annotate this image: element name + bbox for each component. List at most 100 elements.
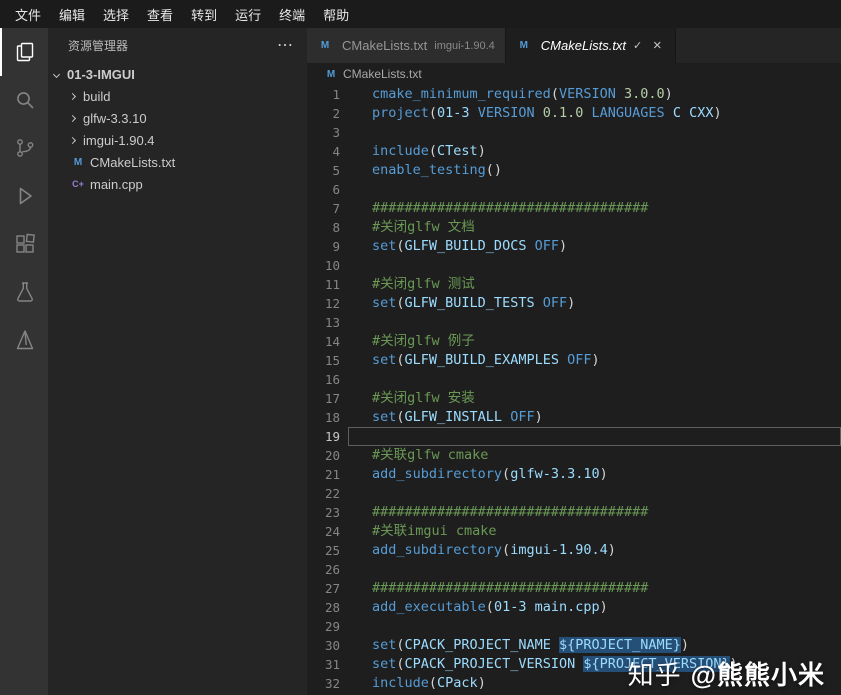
tree-item-cmakelists-txt[interactable]: MCMakeLists.txt [48,151,307,173]
line-number[interactable]: 7 [307,199,348,218]
code-token: ) [681,637,689,653]
code-content[interactable]: project(01-3 VERSION 0.1.0 LANGUAGES C C… [348,104,841,123]
breadcrumb[interactable]: M CMakeLists.txt [307,63,841,85]
code-content[interactable]: cmake_minimum_required(VERSION 3.0.0) [348,85,841,104]
code-content[interactable]: ################################## [348,199,841,218]
code-content[interactable] [348,256,841,275]
code-content[interactable]: set(GLFW_BUILD_EXAMPLES OFF) [348,351,841,370]
line-number[interactable]: 29 [307,617,348,636]
code-content[interactable]: enable_testing() [348,161,841,180]
close-icon[interactable]: × [649,37,665,54]
code-token: ( [396,656,404,672]
line-number[interactable]: 20 [307,446,348,465]
code-token: OFF [543,295,567,311]
line-number[interactable]: 24 [307,522,348,541]
menu-run[interactable]: 运行 [226,1,270,28]
line-number[interactable]: 13 [307,313,348,332]
line-number[interactable]: 1 [307,85,348,104]
line-number[interactable]: 25 [307,541,348,560]
line-number[interactable]: 8 [307,218,348,237]
line-number[interactable]: 31 [307,655,348,674]
code-content[interactable] [348,123,841,142]
code-line: 21add_subdirectory(glfw-3.3.10) [307,465,841,484]
line-number[interactable]: 19 [307,427,348,446]
code-content[interactable]: #关联glfw cmake [348,446,841,465]
code-content[interactable] [348,427,841,446]
line-number[interactable]: 22 [307,484,348,503]
code-token: ################################## [372,200,648,216]
menu-go[interactable]: 转到 [182,1,226,28]
more-actions-icon[interactable]: ⋯ [277,38,293,54]
line-number[interactable]: 23 [307,503,348,522]
line-number[interactable]: 18 [307,408,348,427]
code-token: ) [600,599,608,615]
testing-icon[interactable] [0,268,48,316]
line-number[interactable]: 15 [307,351,348,370]
line-number[interactable]: 16 [307,370,348,389]
menu-terminal[interactable]: 终端 [270,1,314,28]
extensions-icon[interactable] [0,220,48,268]
code-content[interactable]: set(GLFW_BUILD_TESTS OFF) [348,294,841,313]
code-content[interactable]: #关闭glfw 安装 [348,389,841,408]
editor-tab-2[interactable]: MCMakeLists.txt✓× [506,28,676,63]
cmake-tools-icon[interactable] [0,316,48,364]
menu-selection[interactable]: 选择 [94,1,138,28]
tree-item-01-3-imgui[interactable]: 01-3-IMGUI [48,63,307,85]
line-number[interactable]: 2 [307,104,348,123]
code-content[interactable]: add_subdirectory(glfw-3.3.10) [348,465,841,484]
code-content[interactable]: ################################## [348,503,841,522]
code-content[interactable] [348,180,841,199]
tree-item-main-cpp[interactable]: C+main.cpp [48,173,307,195]
tree-item-imgui-1-90-4[interactable]: imgui-1.90.4 [48,129,307,151]
code-content[interactable]: set(GLFW_BUILD_DOCS OFF) [348,237,841,256]
line-number[interactable]: 21 [307,465,348,484]
code-content[interactable]: add_subdirectory(imgui-1.90.4) [348,541,841,560]
line-number[interactable]: 17 [307,389,348,408]
search-icon[interactable] [0,76,48,124]
line-number[interactable]: 11 [307,275,348,294]
tree-item-label: CMakeLists.txt [90,155,175,170]
cmake-file-icon: M [323,69,339,80]
files-icon[interactable] [0,28,48,76]
menu-edit[interactable]: 编辑 [50,1,94,28]
code-token: #关闭glfw 文档 [372,219,475,235]
line-number[interactable]: 26 [307,560,348,579]
code-content[interactable]: include(CTest) [348,142,841,161]
code-content[interactable]: #关闭glfw 例子 [348,332,841,351]
explorer-header: 资源管理器 ⋯ [48,28,307,63]
run-debug-icon[interactable] [0,172,48,220]
code-content[interactable]: #关闭glfw 文档 [348,218,841,237]
code-content[interactable] [348,370,841,389]
line-number[interactable]: 12 [307,294,348,313]
code-content[interactable] [348,560,841,579]
editor-tab-1[interactable]: MCMakeLists.txtimgui-1.90.4 [307,28,506,63]
code-content[interactable] [348,617,841,636]
code-token: ( [396,352,404,368]
source-control-icon[interactable] [0,124,48,172]
menu-view[interactable]: 查看 [138,1,182,28]
line-number[interactable]: 6 [307,180,348,199]
code-content[interactable] [348,484,841,503]
code-token: GLFW_BUILD_DOCS [405,238,527,254]
menu-help[interactable]: 帮助 [314,1,358,28]
line-number[interactable]: 10 [307,256,348,275]
line-number[interactable]: 27 [307,579,348,598]
menu-file[interactable]: 文件 [6,1,50,28]
code-content[interactable]: #关闭glfw 测试 [348,275,841,294]
code-content[interactable] [348,313,841,332]
code-content[interactable]: set(GLFW_INSTALL OFF) [348,408,841,427]
line-number[interactable]: 9 [307,237,348,256]
code-content[interactable]: set(CPACK_PROJECT_NAME ${PROJECT_NAME}) [348,636,841,655]
code-content[interactable]: add_executable(01-3 main.cpp) [348,598,841,617]
line-number[interactable]: 30 [307,636,348,655]
line-number[interactable]: 4 [307,142,348,161]
tree-item-glfw-3-3-10[interactable]: glfw-3.3.10 [48,107,307,129]
tree-item-build[interactable]: build [48,85,307,107]
line-number[interactable]: 14 [307,332,348,351]
code-content[interactable]: ################################## [348,579,841,598]
line-number[interactable]: 3 [307,123,348,142]
line-number[interactable]: 28 [307,598,348,617]
line-number[interactable]: 5 [307,161,348,180]
code-content[interactable]: #关联imgui cmake [348,522,841,541]
line-number[interactable]: 32 [307,674,348,693]
